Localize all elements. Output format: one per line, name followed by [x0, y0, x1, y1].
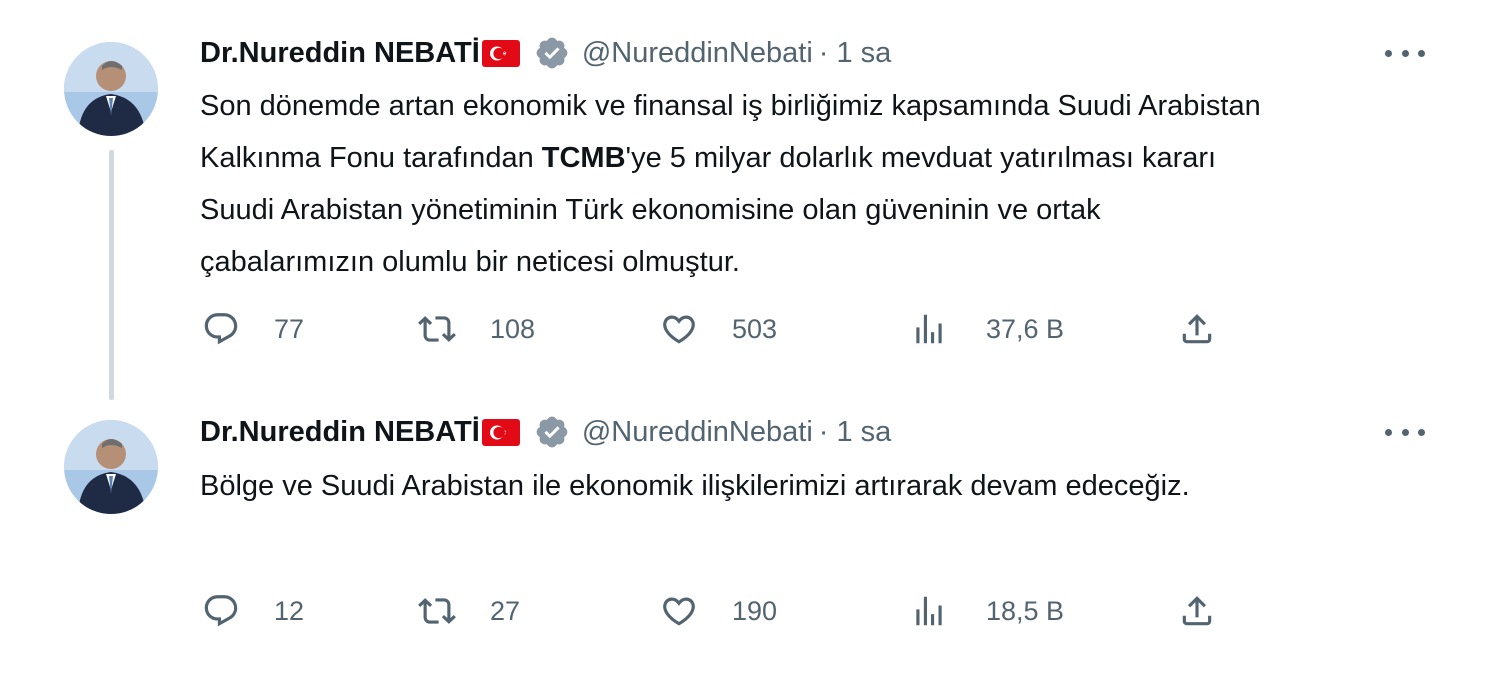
reply-button[interactable]: 77 — [202, 306, 304, 352]
more-dots-icon[interactable] — [1385, 422, 1425, 442]
reply-count: 77 — [274, 313, 305, 344]
tweet-header: Dr.Nureddin NEBATİ @NureddinNebati · 1 s… — [200, 33, 1421, 73]
like-count: 190 — [732, 595, 778, 626]
separator: · — [818, 36, 829, 69]
retweet-button[interactable]: 108 — [418, 306, 535, 352]
display-name[interactable]: Dr.Nureddin NEBATİ — [200, 416, 480, 449]
display-name[interactable]: Dr.Nureddin NEBATİ — [200, 37, 480, 70]
tweet-text: Son dönemde artan ekonomik ve finansal i… — [200, 90, 1261, 278]
like-button[interactable]: 190 — [660, 588, 777, 634]
more-dots-icon[interactable] — [1385, 43, 1425, 63]
tweet-1[interactable]: Dr.Nureddin NEBATİ @NureddinNebati · 1 s… — [0, 0, 1511, 390]
tweet-text: Bölge ve Suudi Arabistan ile ekonomik il… — [200, 470, 1190, 502]
like-button[interactable]: 503 — [660, 306, 777, 352]
tweet-actions: 77 108 503 37,6 B — [200, 306, 1230, 352]
tweet-actions: 12 27 190 18,5 B — [200, 588, 1230, 634]
views-button[interactable]: 18,5 B — [910, 588, 1064, 634]
handle[interactable]: @NureddinNebati — [582, 37, 813, 70]
share-button[interactable] — [1178, 588, 1216, 634]
views-count: 37,6 B — [986, 313, 1065, 344]
avatar[interactable] — [64, 420, 158, 514]
heart-icon — [663, 597, 695, 626]
like-count: 503 — [732, 313, 778, 344]
heart-icon — [663, 315, 695, 344]
reply-icon — [204, 595, 238, 627]
views-chart-icon — [916, 314, 942, 344]
separator: · — [818, 415, 829, 448]
turkey-flag-icon — [481, 418, 520, 446]
tweet-2[interactable]: Dr.Nureddin NEBATİ @NureddinNebati · 1 s… — [0, 390, 1511, 675]
retweet-icon — [418, 316, 456, 342]
views-button[interactable]: 37,6 B — [910, 306, 1064, 352]
share-icon — [1182, 596, 1212, 626]
retweet-count: 27 — [490, 595, 521, 626]
verified-badge-icon[interactable] — [534, 35, 570, 71]
views-chart-icon — [916, 596, 942, 626]
reply-button[interactable]: 12 — [202, 588, 304, 634]
tweet-header: Dr.Nureddin NEBATİ @NureddinNebati · 1 s… — [200, 412, 1421, 452]
avatar[interactable] — [64, 42, 158, 136]
share-icon — [1182, 314, 1212, 344]
reply-icon — [204, 313, 238, 345]
share-button[interactable] — [1178, 306, 1216, 352]
views-count: 18,5 B — [986, 595, 1065, 626]
reply-count: 12 — [274, 595, 305, 626]
verified-badge-icon[interactable] — [534, 414, 570, 450]
timestamp[interactable]: 1 sa — [836, 37, 891, 70]
retweet-count: 108 — [490, 313, 536, 344]
retweet-button[interactable]: 27 — [418, 588, 520, 634]
retweet-icon — [418, 598, 456, 624]
timestamp[interactable]: 1 sa — [836, 416, 891, 449]
handle[interactable]: @NureddinNebati — [582, 416, 813, 449]
turkey-flag-icon — [481, 39, 520, 67]
